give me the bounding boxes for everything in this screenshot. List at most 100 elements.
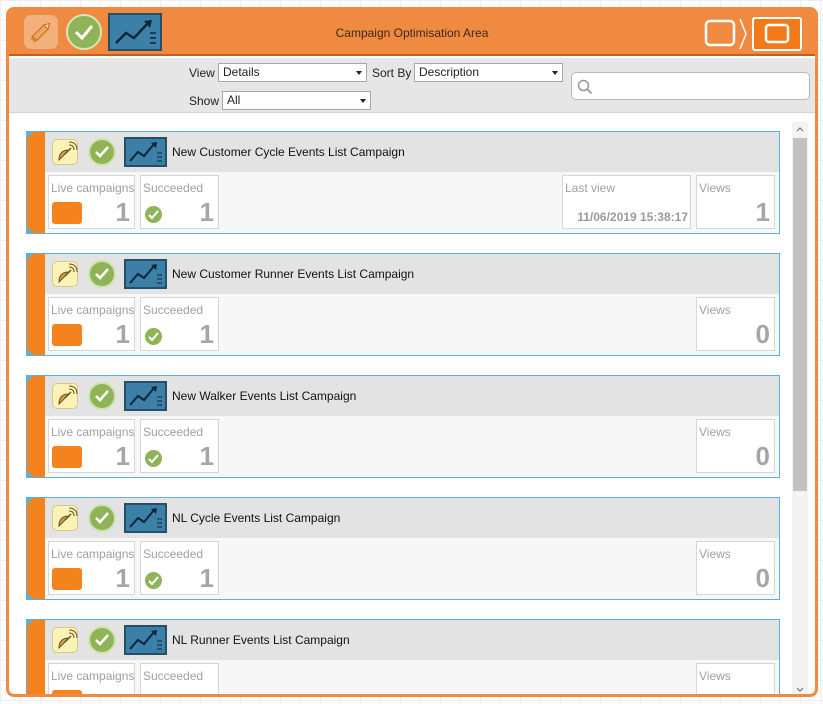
show-label: Show xyxy=(189,94,220,108)
live-campaigns-label: Live campaigns xyxy=(51,425,135,439)
vertical-scrollbar[interactable] xyxy=(792,122,808,694)
scroll-up-button[interactable] xyxy=(792,122,808,136)
check-icon[interactable] xyxy=(88,504,116,532)
chevron-down-icon xyxy=(796,687,804,692)
card-header: NL Runner Events List Campaign xyxy=(45,620,779,660)
sortby-label: Sort By xyxy=(372,66,412,80)
succeeded-check-icon xyxy=(145,206,162,223)
search-input[interactable] xyxy=(571,72,810,100)
succeeded-stat: Succeeded xyxy=(140,663,219,694)
campaign-title: New Customer Cycle Events List Campaign xyxy=(172,145,405,159)
views-stat: Views 0 xyxy=(696,419,775,473)
campaign-card[interactable]: NL Cycle Events List Campaign Live campa… xyxy=(26,497,780,600)
campaign-list: New Customer Cycle Events List Campaign … xyxy=(9,114,815,694)
last-view-label: Last view xyxy=(565,181,616,195)
succeeded-label: Succeeded xyxy=(143,303,204,317)
views-label: Views xyxy=(699,425,731,439)
live-campaign-icon xyxy=(52,446,82,468)
restore-button[interactable] xyxy=(702,17,747,51)
satellite-icon[interactable] xyxy=(52,383,78,409)
campaign-title: New Walker Events List Campaign xyxy=(172,389,357,403)
card-header: New Customer Cycle Events List Campaign xyxy=(45,132,779,172)
views-label: Views xyxy=(699,547,731,561)
live-campaigns-label: Live campaigns xyxy=(51,547,135,561)
succeeded-stat: Succeeded 1 xyxy=(140,419,219,473)
campaign-card[interactable]: New Walker Events List Campaign Live cam… xyxy=(26,375,780,478)
live-campaign-icon xyxy=(52,324,82,346)
last-view-stat: Last view 11/06/2019 15:38:17 xyxy=(562,175,691,229)
succeeded-label: Succeeded xyxy=(143,425,204,439)
succeeded-value: 1 xyxy=(199,319,214,349)
satellite-icon[interactable] xyxy=(52,505,78,531)
show-select[interactable]: All xyxy=(222,91,371,110)
trend-chart-icon[interactable] xyxy=(124,259,167,289)
succeeded-label: Succeeded xyxy=(143,547,204,561)
campaign-card[interactable]: New Customer Cycle Events List Campaign … xyxy=(26,131,780,234)
succeeded-value: 1 xyxy=(199,563,214,593)
campaign-window: Campaign Optimisation Area View Details … xyxy=(6,7,818,697)
live-campaigns-stat: Live campaigns 1 xyxy=(48,541,135,595)
campaign-title: New Customer Runner Events List Campaign xyxy=(172,267,415,281)
check-icon[interactable] xyxy=(88,382,116,410)
live-campaigns-value: 1 xyxy=(115,319,130,349)
card-status-strip xyxy=(27,132,45,233)
views-stat: Views xyxy=(696,663,775,694)
live-campaign-icon xyxy=(52,690,82,694)
campaign-title: NL Runner Events List Campaign xyxy=(172,633,350,647)
live-campaigns-value: 1 xyxy=(115,563,130,593)
restore-window-icon xyxy=(704,18,747,50)
card-status-strip xyxy=(27,376,45,477)
chevron-down-icon xyxy=(552,71,558,75)
live-campaigns-stat: Live campaigns 1 xyxy=(48,175,135,229)
scroll-thumb[interactable] xyxy=(793,138,807,491)
views-stat: Views 1 xyxy=(696,175,775,229)
succeeded-stat: Succeeded 1 xyxy=(140,541,219,595)
chevron-up-icon xyxy=(796,127,804,132)
succeeded-check-icon xyxy=(145,450,162,467)
trend-chart-icon[interactable] xyxy=(124,381,167,411)
views-value: 0 xyxy=(755,441,770,471)
view-select-value: Details xyxy=(223,65,260,79)
campaign-title: NL Cycle Events List Campaign xyxy=(172,511,341,525)
window-title: Campaign Optimisation Area xyxy=(335,26,489,40)
check-icon[interactable] xyxy=(88,626,116,654)
check-icon[interactable] xyxy=(88,138,116,166)
campaign-card[interactable]: NL Runner Events List Campaign Live camp… xyxy=(26,619,780,694)
view-select[interactable]: Details xyxy=(218,63,367,82)
check-icon[interactable] xyxy=(88,260,116,288)
live-campaigns-label: Live campaigns xyxy=(51,669,135,683)
views-label: Views xyxy=(699,181,731,195)
show-select-value: All xyxy=(227,93,241,107)
views-stat: Views 0 xyxy=(696,297,775,351)
live-campaigns-label: Live campaigns xyxy=(51,181,135,195)
trend-chart-icon[interactable] xyxy=(124,503,167,533)
scroll-down-button[interactable] xyxy=(792,683,808,694)
trend-chart-icon[interactable] xyxy=(124,625,167,655)
views-value: 0 xyxy=(755,563,770,593)
views-stat: Views 0 xyxy=(696,541,775,595)
satellite-icon[interactable] xyxy=(52,261,78,287)
live-campaigns-label: Live campaigns xyxy=(51,303,135,317)
maximize-window-icon xyxy=(764,23,790,44)
views-label: Views xyxy=(699,303,731,317)
chevron-down-icon xyxy=(356,71,362,75)
satellite-icon[interactable] xyxy=(52,139,78,165)
maximize-button[interactable] xyxy=(752,17,802,51)
campaign-card[interactable]: New Customer Runner Events List Campaign… xyxy=(26,253,780,356)
sortby-select-value: Description xyxy=(419,65,480,79)
sortby-select[interactable]: Description xyxy=(414,63,563,82)
live-campaigns-stat: Live campaigns 1 xyxy=(48,419,135,473)
live-campaigns-value: 1 xyxy=(115,441,130,471)
succeeded-check-icon xyxy=(145,572,162,589)
succeeded-value: 1 xyxy=(199,441,214,471)
trend-chart-icon[interactable] xyxy=(124,137,167,167)
succeeded-label: Succeeded xyxy=(143,669,204,683)
live-campaign-icon xyxy=(52,202,82,224)
satellite-icon[interactable] xyxy=(52,627,78,653)
filter-toolbar: View Details Sort By Description Show Al… xyxy=(9,58,815,113)
succeeded-stat: Succeeded 1 xyxy=(140,175,219,229)
live-campaign-icon xyxy=(52,568,82,590)
card-header: New Customer Runner Events List Campaign xyxy=(45,254,779,294)
live-campaigns-stat: Live campaigns xyxy=(48,663,135,694)
title-bar: Campaign Optimisation Area xyxy=(9,10,815,56)
